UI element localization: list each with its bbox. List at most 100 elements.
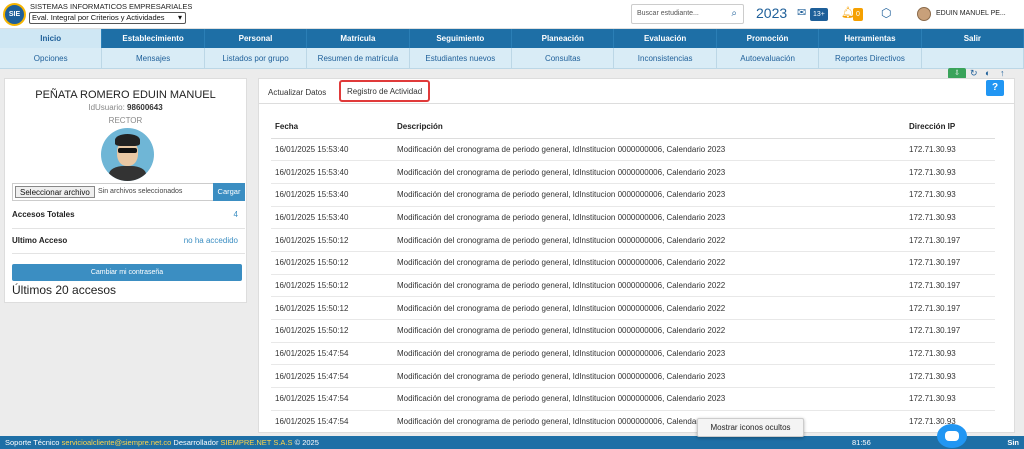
description-cell: Modificación del cronograma de periodo g… [393,342,905,366]
subnav-autoevaluacion[interactable]: Autoevaluación [717,48,820,68]
nav-planeacion[interactable]: Planeación [512,29,615,48]
tab-activity-log[interactable]: Registro de Actividad [339,80,431,102]
nav-establecimiento[interactable]: Establecimiento [102,29,205,48]
profile-name: PEÑATA ROMERO EDUIN MANUEL [35,89,216,101]
nav-salir[interactable]: Salir [922,29,1024,48]
chat-icon[interactable] [937,424,967,448]
nav-herramientas[interactable]: Herramientas [819,29,922,48]
ip-cell: 172.71.30.93 [905,160,995,184]
date-cell: 16/01/2025 15:50:12 [271,319,393,343]
total-accesses-value: 4 [233,210,238,219]
subnav-reportes-directivos[interactable]: Reportes Directivos [819,48,922,68]
search-icon[interactable]: ⌕ [731,8,737,19]
cube-icon[interactable]: ⬡ [881,6,891,20]
profile-card: PEÑATA ROMERO EDUIN MANUEL IdUsuario: 98… [4,78,247,303]
profile-avatar [101,128,154,181]
chevron-down-icon: ▾ [177,13,182,22]
date-cell: 16/01/2025 15:53:40 [271,183,393,207]
date-cell: 16/01/2025 15:53:40 [271,138,393,162]
description-cell: Modificación del cronograma de periodo g… [393,319,905,343]
description-cell: Modificación del cronograma de periodo g… [393,228,905,252]
file-picker[interactable]: Seleccionar archivo Sin archivos selecci… [12,183,214,201]
subnav-estudiantes-nuevos[interactable]: Estudiantes nuevos [410,48,513,68]
session-time: 81:56 [852,438,871,447]
subnav-inconsistencias[interactable]: Inconsistencias [614,48,717,68]
ip-cell: 172.71.30.197 [905,296,995,320]
table-row: 16/01/2025 15:53:40 Modificación del cron… [271,160,995,184]
select-file-button[interactable]: Seleccionar archivo [15,186,95,198]
dev-company[interactable]: SIEMPRE.NET S.A.S [221,438,293,447]
ip-cell: 172.71.30.93 [905,183,995,207]
search-input[interactable]: Buscar estudiante... [637,10,699,17]
nav-evaluacion[interactable]: Evaluación [614,29,717,48]
ip-cell: 172.71.30.93 [905,206,995,230]
company-name: SISTEMAS INFORMATICOS EMPRESARIALES [30,2,193,11]
footer-sin: Sin [1007,438,1019,447]
description-cell: Modificación del cronograma de periodo g… [393,274,905,298]
col-descripcion[interactable]: Descripción [393,116,905,139]
table-row: 16/01/2025 15:50:12 Modificación del cron… [271,274,995,298]
date-cell: 16/01/2025 15:47:54 [271,387,393,411]
nav-seguimiento[interactable]: Seguimiento [410,29,513,48]
module-select-value: Eval. Integral por Criterios y Actividad… [32,13,165,22]
student-search[interactable]: Buscar estudiante... ⌕ [631,4,744,24]
activity-panel: Actualizar Datos Registro de Actividad F… [258,78,1015,433]
date-cell: 16/01/2025 15:47:54 [271,364,393,389]
table-row: 16/01/2025 15:47:54 Modificación del cron… [271,342,995,366]
description-cell: Modificación del cronograma de periodo g… [393,387,905,411]
nav-promocion[interactable]: Promoción [717,29,820,48]
description-cell: Modificación del cronograma de periodo g… [393,410,905,432]
footer-info: Soporte Técnico servicioalcliente@siempr… [5,436,319,449]
messages-badge[interactable]: 13+ [810,8,828,21]
subnav-mensajes[interactable]: Mensajes [102,48,205,68]
col-fecha[interactable]: Fecha [271,116,393,139]
table-row: 16/01/2025 15:50:12 Modificación del cron… [271,228,995,252]
date-cell: 16/01/2025 15:47:54 [271,410,393,432]
nav-matricula[interactable]: Matrícula [307,29,410,48]
date-cell: 16/01/2025 15:50:12 [271,296,393,320]
user-avatar[interactable] [917,7,931,21]
footer: Soporte Técnico servicioalcliente@siempr… [0,436,1024,449]
description-cell: Modificación del cronograma de periodo g… [393,251,905,275]
sub-nav: Opciones Mensajes Listados por grupo Res… [0,48,1024,69]
support-email[interactable]: servicioalcliente@siempre.net.co [62,438,172,447]
nav-personal[interactable]: Personal [205,29,308,48]
ip-cell: 172.71.30.93 [905,342,995,366]
info-icon[interactable]: ◐ [985,68,990,78]
arrow-up-icon[interactable]: ↑ [1000,68,1005,78]
subnav-listados[interactable]: Listados por grupo [205,48,308,68]
subnav-resumen-matricula[interactable]: Resumen de matrícula [307,48,410,68]
description-cell: Modificación del cronograma de periodo g… [393,206,905,230]
profile-role: RECTOR [108,116,143,125]
subnav-consultas[interactable]: Consultas [512,48,615,68]
tab-divider [259,103,1014,104]
year-selector[interactable]: 2023 [756,5,787,21]
nav-inicio[interactable]: Inicio [0,29,103,48]
mail-icon[interactable]: ✉ [797,6,806,19]
ip-cell: 172.71.30.93 [905,138,995,162]
subnav-empty [922,48,1024,68]
upload-button[interactable]: Cargar [213,183,245,201]
ip-cell: 172.71.30.197 [905,319,995,343]
company-logo[interactable]: SIE [3,3,26,26]
description-cell: Modificación del cronograma de periodo g… [393,138,905,162]
user-name[interactable]: EDUIN MANUEL PE... [936,10,1006,17]
last-access-value: no ha accedido [183,236,238,245]
notifications-badge[interactable]: 0 [853,8,863,21]
module-select[interactable]: Eval. Integral por Criterios y Actividad… [29,12,186,24]
total-accesses-label: Accesos Totales [12,210,75,219]
col-ip[interactable]: Dirección IP [905,116,995,139]
ip-cell: 172.71.30.93 [905,364,995,389]
table-row: 16/01/2025 15:47:54 Modificación del cron… [271,364,995,389]
profile-id-label: IdUsuario: [88,103,125,112]
date-cell: 16/01/2025 15:50:12 [271,228,393,252]
last-access-label: Ultimo Acceso [12,236,68,245]
change-password-button[interactable]: Cambiar mi contraseña [12,264,242,281]
help-button[interactable]: ? [986,80,1004,96]
subnav-opciones[interactable]: Opciones [0,48,103,68]
tab-update-data[interactable]: Actualizar Datos [268,88,326,97]
footer-dev: Desarrollador [173,438,219,447]
table-row: 16/01/2025 15:50:12 Modificación del cron… [271,296,995,320]
hidden-icons-tooltip: Mostrar iconos ocultos [697,418,804,437]
ip-cell: 172.71.30.197 [905,228,995,252]
